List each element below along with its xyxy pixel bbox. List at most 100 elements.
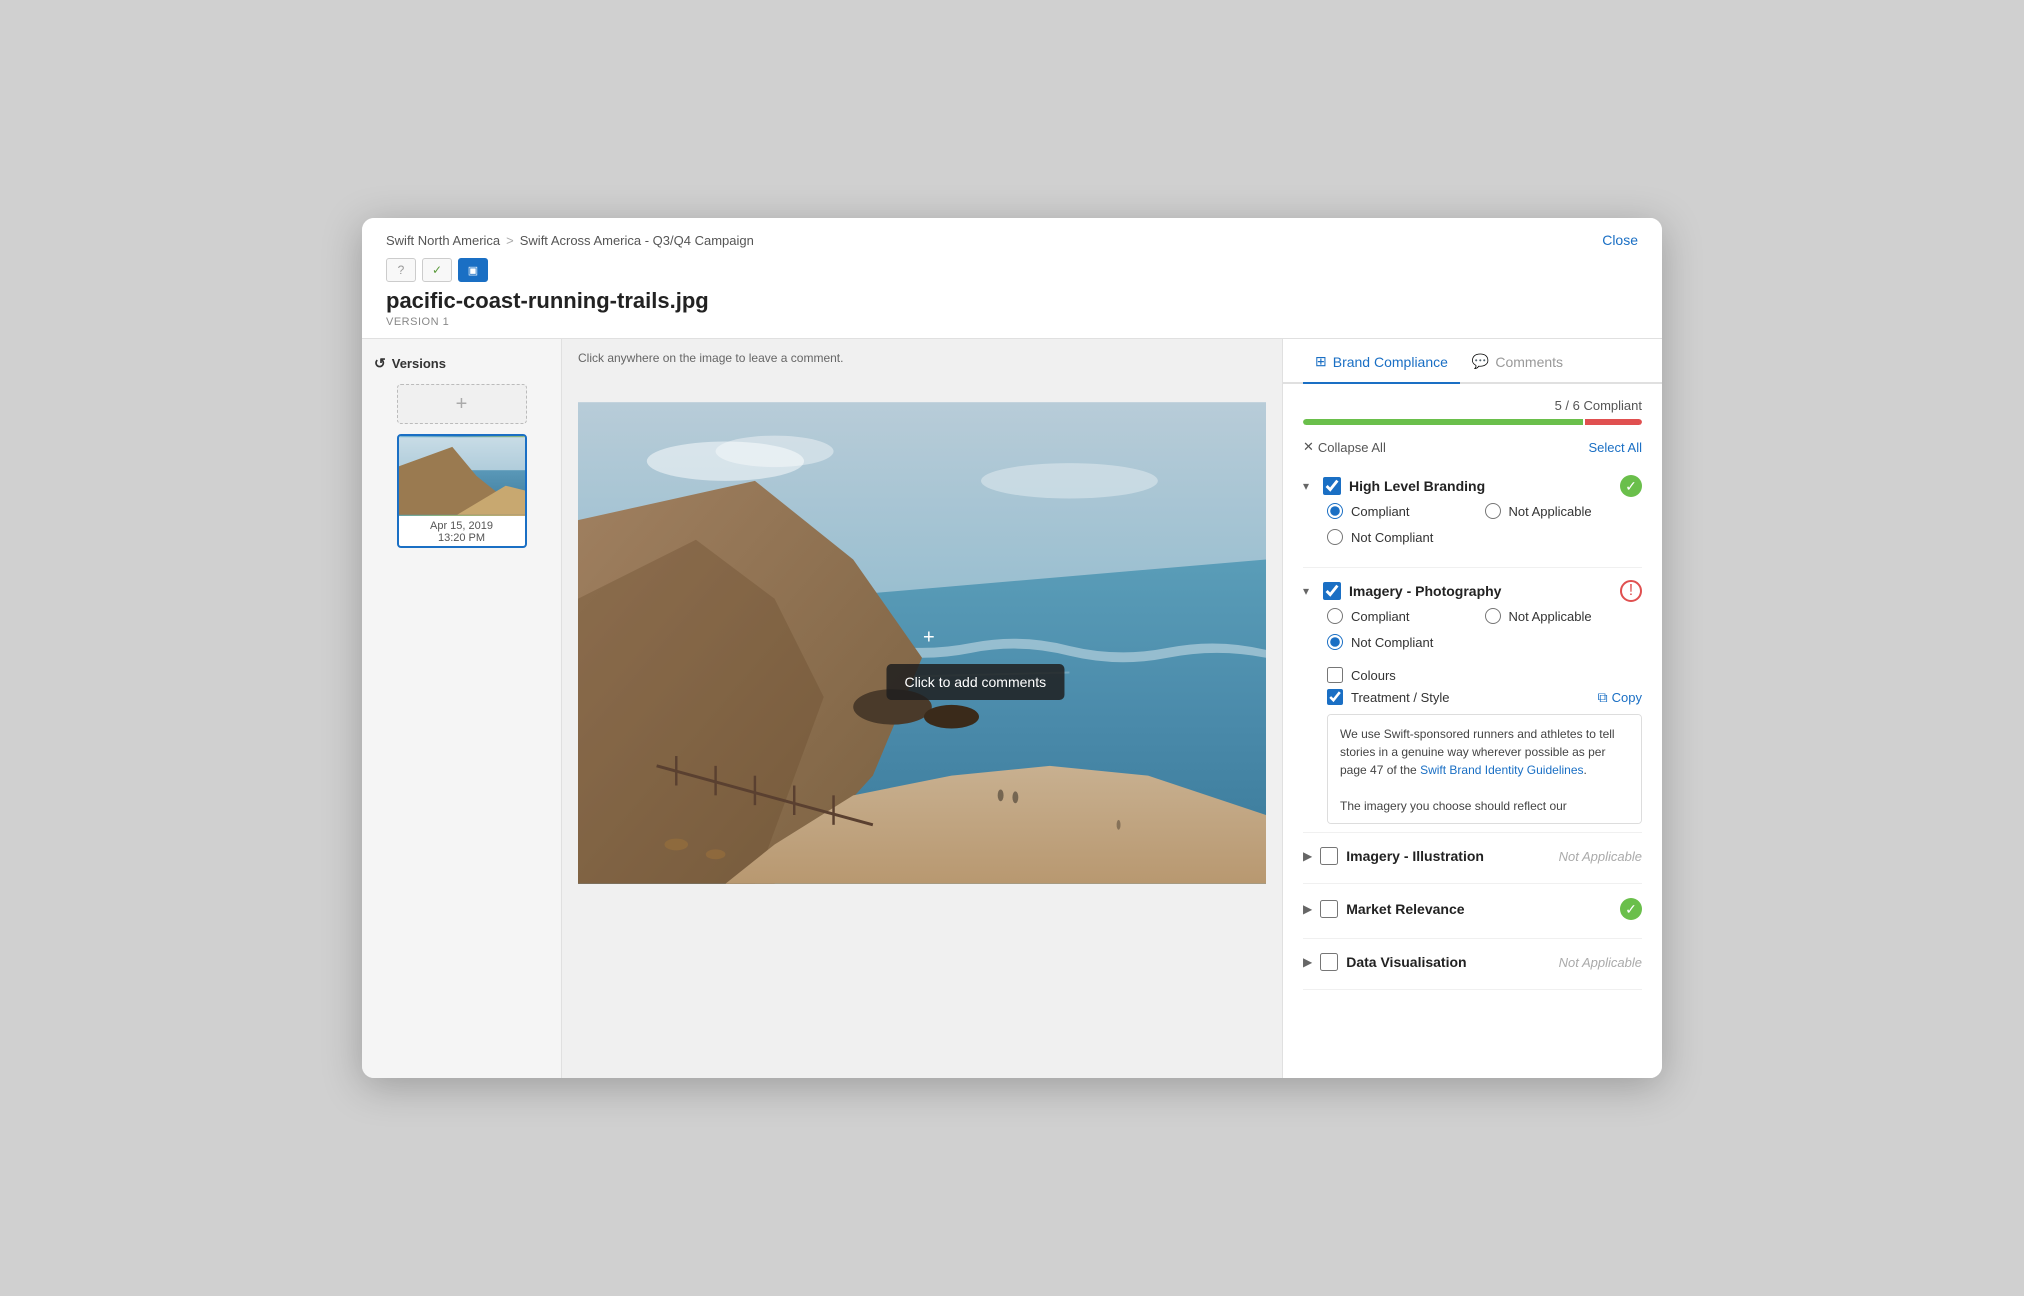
section-imagery-illustration: ▶ Imagery - Illustration Not Applicable	[1303, 837, 1642, 884]
tab-comments-label: Comments	[1495, 354, 1563, 370]
checkbox-ip[interactable]	[1323, 582, 1341, 600]
radio-noncompliant-hlb[interactable]	[1327, 529, 1343, 545]
image-container[interactable]: + Click to add comments	[578, 373, 1266, 913]
radio-row-compliant-hlb: Compliant	[1327, 503, 1485, 519]
radio-row-na-ip: Not Applicable	[1485, 608, 1643, 624]
checkbox-row-treatment: Treatment / Style	[1327, 686, 1450, 708]
section-title-ip: Imagery - Photography	[1349, 583, 1612, 599]
label-treatment: Treatment / Style	[1351, 690, 1450, 705]
version-date: Apr 15, 2019 13:20 PM	[399, 516, 525, 546]
tab-comments[interactable]: 💬 Comments	[1460, 339, 1575, 384]
guideline-text-2: .	[1584, 763, 1587, 777]
guideline-link[interactable]: Swift Brand Identity Guidelines	[1420, 763, 1583, 777]
treatment-row: Treatment / Style ⧉ Copy	[1327, 686, 1642, 708]
file-title: pacific-coast-running-trails.jpg	[386, 288, 1638, 314]
close-button[interactable]: Close	[1602, 232, 1638, 248]
right-panel: ⊞ Brand Compliance 💬 Comments 5 / 6 Comp…	[1282, 339, 1662, 1078]
image-icon-badge[interactable]: ▣	[458, 258, 488, 282]
status-green-market: ✓	[1620, 898, 1642, 920]
checkbox-colours[interactable]	[1327, 667, 1343, 683]
section-imagery-photography: ▾ Imagery - Photography ! Compliant	[1303, 572, 1642, 833]
checkbox-treatment[interactable]	[1327, 689, 1343, 705]
radio-compliant-hlb[interactable]	[1327, 503, 1343, 519]
right-panel-body: 5 / 6 Compliant ✕ Collapse All Select Al…	[1283, 384, 1662, 1078]
section-high-level-branding: ▾ High Level Branding ✓ Compliant	[1303, 467, 1642, 568]
copy-button[interactable]: ⧉ Copy	[1598, 689, 1642, 706]
tab-compliance-label: Brand Compliance	[1333, 354, 1448, 370]
label-noncompliant-ip: Not Compliant	[1351, 635, 1433, 650]
radio-noncompliant-ip[interactable]	[1327, 634, 1343, 650]
image-icon: ▣	[468, 264, 478, 277]
breadcrumb-row: Swift North America > Swift Across Ameri…	[386, 232, 1638, 248]
section-header-data-vis[interactable]: ▶ Data Visualisation Not Applicable	[1303, 943, 1642, 981]
na-data-vis: Not Applicable	[1559, 955, 1642, 970]
approved-icon: ✓	[432, 263, 442, 277]
version-label: VERSION 1	[386, 316, 1638, 338]
question-icon-badge[interactable]: ?	[386, 258, 416, 282]
section-data-visualisation: ▶ Data Visualisation Not Applicable	[1303, 943, 1642, 990]
section-header-hlb[interactable]: ▾ High Level Branding ✓	[1303, 467, 1642, 503]
version-thumbnail[interactable]: Apr 15, 2019 13:20 PM	[397, 434, 527, 548]
checkbox-market[interactable]	[1320, 900, 1338, 918]
copy-label: Copy	[1612, 690, 1642, 705]
breadcrumb-child: Swift Across America - Q3/Q4 Campaign	[520, 233, 754, 248]
radio-na-hlb[interactable]	[1485, 503, 1501, 519]
file-icons-row: ? ✓ ▣	[386, 258, 1638, 282]
radio-compliant-ip[interactable]	[1327, 608, 1343, 624]
section-body-ip: Compliant Not Applicable Not Compliant	[1303, 608, 1642, 824]
label-na-hlb: Not Applicable	[1509, 504, 1592, 519]
breadcrumb-root[interactable]: Swift North America	[386, 233, 500, 248]
version-thumb-image	[399, 436, 525, 516]
radio-group-ip: Compliant Not Applicable Not Compliant	[1327, 608, 1642, 656]
breadcrumb: Swift North America > Swift Across Ameri…	[386, 233, 754, 248]
chevron-down-hlb: ▾	[1303, 479, 1315, 493]
radio-row-noncompliant-ip: Not Compliant	[1327, 634, 1485, 650]
progress-green	[1303, 419, 1583, 425]
section-body-hlb: Compliant Not Applicable Not Compliant	[1303, 503, 1642, 551]
radio-row-compliant-ip: Compliant	[1327, 608, 1485, 624]
add-version-button[interactable]: +	[397, 384, 527, 424]
right-panel-tabs: ⊞ Brand Compliance 💬 Comments	[1283, 339, 1662, 384]
checkbox-row-colours: Colours	[1327, 664, 1642, 686]
radio-na-ip[interactable]	[1485, 608, 1501, 624]
section-title-data-vis: Data Visualisation	[1346, 954, 1550, 970]
versions-header: ↺ Versions	[374, 355, 549, 372]
radio-row-na-hlb: Not Applicable	[1485, 503, 1643, 519]
copy-icon: ⧉	[1598, 689, 1608, 706]
progress-bar	[1303, 419, 1642, 425]
checkbox-illustration[interactable]	[1320, 847, 1338, 865]
section-header-ip[interactable]: ▾ Imagery - Photography !	[1303, 572, 1642, 608]
tab-brand-compliance[interactable]: ⊞ Brand Compliance	[1303, 339, 1460, 384]
section-title-market: Market Relevance	[1346, 901, 1612, 917]
approved-icon-badge[interactable]: ✓	[422, 258, 452, 282]
sidebar: ↺ Versions +	[362, 339, 562, 1078]
main-content: ↺ Versions +	[362, 339, 1662, 1078]
section-title-illustration: Imagery - Illustration	[1346, 848, 1550, 864]
section-market-relevance: ▶ Market Relevance ✓	[1303, 888, 1642, 939]
section-header-illustration[interactable]: ▶ Imagery - Illustration Not Applicable	[1303, 837, 1642, 875]
guideline-box: We use Swift-sponsored runners and athle…	[1327, 714, 1642, 824]
top-bar: Swift North America > Swift Across Ameri…	[362, 218, 1662, 339]
radio-group-hlb: Compliant Not Applicable Not Compliant	[1327, 503, 1642, 551]
collapse-all-button[interactable]: ✕ Collapse All	[1303, 439, 1386, 455]
label-compliant-hlb: Compliant	[1351, 504, 1410, 519]
image-area: Click anywhere on the image to leave a c…	[562, 339, 1282, 1078]
status-red-ip: !	[1620, 580, 1642, 602]
label-compliant-ip: Compliant	[1351, 609, 1410, 624]
label-na-ip: Not Applicable	[1509, 609, 1592, 624]
guideline-text-3: The imagery you choose should reflect ou…	[1340, 799, 1567, 813]
checkbox-data-vis[interactable]	[1320, 953, 1338, 971]
checkbox-hlb[interactable]	[1323, 477, 1341, 495]
main-window: Swift North America > Swift Across Ameri…	[362, 218, 1662, 1078]
label-colours: Colours	[1351, 668, 1396, 683]
collapse-icon: ✕	[1303, 439, 1314, 455]
chevron-right-data-vis: ▶	[1303, 955, 1312, 969]
breadcrumb-separator: >	[506, 233, 514, 248]
select-all-button[interactable]: Select All	[1589, 440, 1642, 455]
compliance-icon: ⊞	[1315, 353, 1327, 370]
score-text: 5 / 6 Compliant	[1555, 398, 1642, 413]
compliance-score: 5 / 6 Compliant	[1303, 398, 1642, 413]
image-hint: Click anywhere on the image to leave a c…	[578, 351, 1266, 365]
question-icon: ?	[398, 263, 405, 277]
section-header-market[interactable]: ▶ Market Relevance ✓	[1303, 888, 1642, 930]
